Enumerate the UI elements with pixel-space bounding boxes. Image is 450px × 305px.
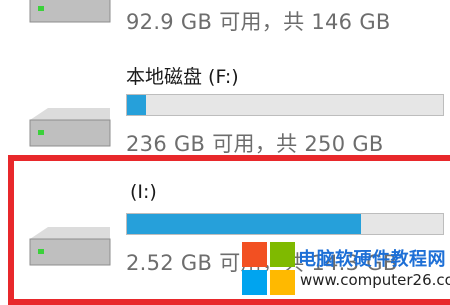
drive-free-space-text: 92.9 GB 可用，共 146 GB (126, 10, 391, 34)
hard-drive-icon (29, 108, 111, 147)
drive-usage-fill (127, 214, 361, 234)
drive-name: 本地磁盘 (F:) (126, 66, 239, 88)
windows-logo-icon (242, 242, 295, 295)
drive-free-space-text: 236 GB 可用，共 250 GB (126, 132, 384, 156)
watermark-title: 电脑软硬件教程网 (298, 249, 446, 270)
drive-item-unnamed[interactable]: 92.9 GB 可用，共 146 GB (0, 0, 450, 50)
hard-drive-icon (29, 227, 111, 266)
drive-usage-bar (126, 94, 444, 116)
hard-drive-icon (29, 0, 111, 23)
drive-name: (I:) (130, 181, 157, 203)
watermark: 电脑软硬件教程网 www.computer26.com (242, 240, 450, 296)
watermark-url: www.computer26.com (300, 271, 450, 289)
drive-usage-bar (126, 213, 444, 235)
drive-usage-fill (127, 95, 146, 115)
drive-item-f[interactable]: 本地磁盘 (F:) 236 GB 可用，共 250 GB (0, 58, 450, 156)
